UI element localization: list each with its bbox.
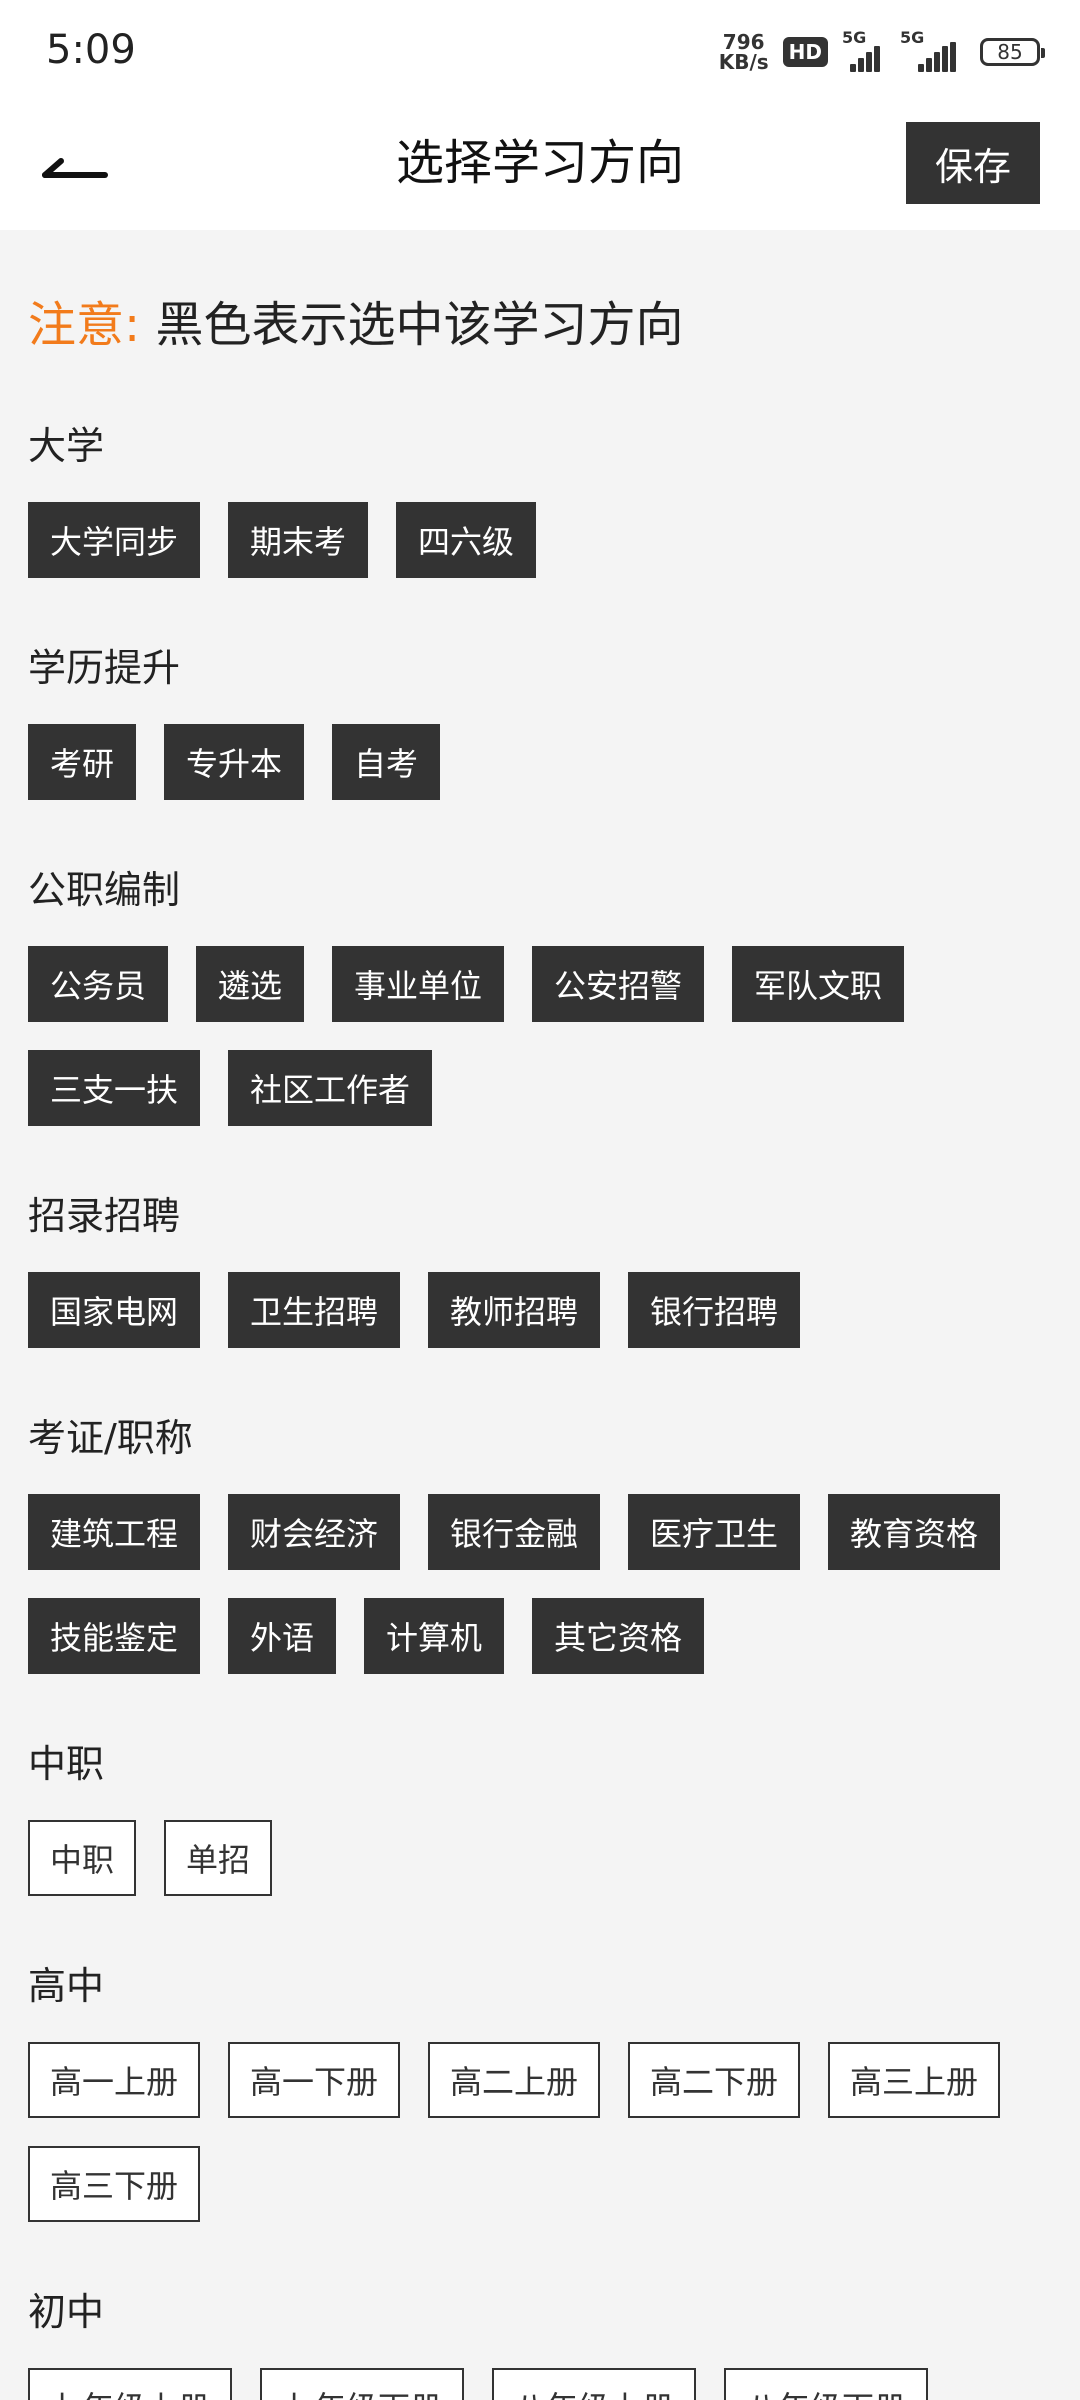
- direction-chip[interactable]: 教育资格: [828, 1494, 1000, 1570]
- direction-chip[interactable]: 高三上册: [828, 2042, 1000, 2118]
- battery-level: 85: [997, 40, 1023, 64]
- top-bar: 选择学习方向 保存: [0, 100, 1080, 230]
- direction-chip[interactable]: 事业单位: [332, 946, 504, 1022]
- battery-icon: 85: [980, 38, 1045, 66]
- status-time: 5:09: [46, 27, 136, 73]
- signal-icon-secondary: 5G: [900, 28, 966, 72]
- direction-chip[interactable]: 技能鉴定: [28, 1598, 200, 1674]
- section: 考证/职称建筑工程 财会经济 银行金融 医疗卫生 教育资格技能鉴定 外语 计算机 其它资格: [28, 1412, 1058, 1674]
- direction-chip[interactable]: 高一下册: [228, 2042, 400, 2118]
- section-title: 学历提升: [28, 646, 181, 690]
- notice: 注意: 黑色表示选中该学习方向: [28, 290, 683, 360]
- direction-chip[interactable]: 七年级下册: [260, 2368, 464, 2400]
- app-root: 5:09 796 KB/s HD 5G 5G 85 选择学习方向 保存 注意: …: [0, 0, 1080, 2400]
- section-title: 高中: [28, 1964, 105, 2008]
- section-title: 公职编制: [28, 868, 181, 912]
- status-bar: 5:09 796 KB/s HD 5G 5G 85: [0, 0, 1080, 100]
- direction-chip[interactable]: 公安招警: [532, 946, 704, 1022]
- direction-chip[interactable]: 军队文职: [732, 946, 904, 1022]
- direction-chip[interactable]: 教师招聘: [428, 1272, 600, 1348]
- section-title: 初中: [28, 2290, 105, 2334]
- direction-chip[interactable]: 银行金融: [428, 1494, 600, 1570]
- direction-chip[interactable]: 建筑工程: [28, 1494, 200, 1570]
- section: 初中七年级上册七年级下册八年级上册八年级下册: [28, 2286, 1058, 2400]
- chip-group: 公务员 遴选 事业单位 公安招警 军队文职三支一扶 社区工作者: [28, 946, 1058, 1126]
- direction-chip[interactable]: 三支一扶: [28, 1050, 200, 1126]
- direction-chip[interactable]: 中职: [28, 1820, 136, 1896]
- chip-group: 建筑工程 财会经济 银行金融 医疗卫生 教育资格技能鉴定 外语 计算机 其它资格: [28, 1494, 1058, 1674]
- section-title: 招录招聘: [28, 1194, 181, 1238]
- direction-chip[interactable]: 社区工作者: [228, 1050, 432, 1126]
- direction-chip[interactable]: 八年级下册: [724, 2368, 928, 2400]
- chip-group: 七年级上册七年级下册八年级上册八年级下册: [28, 2368, 1058, 2400]
- signal-label-secondary: 5G: [900, 28, 925, 47]
- signal-label: 5G: [842, 28, 867, 47]
- direction-chip[interactable]: 八年级上册: [492, 2368, 696, 2400]
- direction-chip[interactable]: 公务员: [28, 946, 168, 1022]
- direction-chip[interactable]: 高二上册: [428, 2042, 600, 2118]
- network-speed-value: 796: [722, 30, 765, 54]
- chip-group: 中职 单招: [28, 1820, 1058, 1896]
- direction-chip[interactable]: 自考: [332, 724, 440, 800]
- network-speed: 796 KB/s: [719, 32, 769, 72]
- direction-chip[interactable]: 高三下册: [28, 2146, 200, 2222]
- notice-text: 黑色表示选中该学习方向: [155, 297, 684, 353]
- section: 学历提升考研 专升本 自考: [28, 642, 1058, 800]
- direction-list: 注意: 黑色表示选中该学习方向 大学 大学同步 期末考 四六级 学历提升 考研 专升本 自考公…: [0, 230, 1080, 2400]
- direction-chip[interactable]: 期末考: [228, 502, 368, 578]
- direction-chip[interactable]: 七年级上册: [28, 2368, 232, 2400]
- network-speed-unit: KB/s: [718, 50, 769, 74]
- section: 中职 中职 单招: [28, 1738, 1058, 1896]
- direction-chip[interactable]: 专升本: [164, 724, 304, 800]
- direction-chip[interactable]: 银行招聘: [628, 1272, 800, 1348]
- section-title: 大学: [28, 424, 105, 468]
- direction-chip[interactable]: 医疗卫生: [628, 1494, 800, 1570]
- direction-chip[interactable]: 遴选: [196, 946, 304, 1022]
- direction-chip[interactable]: 计算机: [364, 1598, 504, 1674]
- section-title: 考证/职称: [28, 1416, 193, 1460]
- status-icons: 796 KB/s HD 5G 5G 85: [719, 28, 1045, 76]
- chip-group: 国家电网 卫生招聘 教师招聘 银行招聘: [28, 1272, 1058, 1348]
- section: 大学大学同步 期末考 四六级: [28, 420, 1058, 578]
- section: 高中高一上册 高一下册 高二上册 高二下册 高三上册高三下册: [28, 1960, 1058, 2222]
- direction-chip[interactable]: 卫生招聘: [228, 1272, 400, 1348]
- section-title: 中职: [28, 1742, 105, 1786]
- chip-group: 考研 专升本 自考: [28, 724, 1058, 800]
- direction-chip[interactable]: 大学同步: [28, 502, 200, 578]
- direction-chip[interactable]: 四六级: [396, 502, 536, 578]
- section: 公职编制公务员 遴选 事业单位 公安招警 军队文职三支一扶 社区工作者: [28, 864, 1058, 1126]
- direction-chip[interactable]: 国家电网: [28, 1272, 200, 1348]
- section: 招录招聘国家电网 卫生招聘 教师招聘 银行招聘: [28, 1190, 1058, 1348]
- direction-chip[interactable]: 单招: [164, 1820, 272, 1896]
- notice-label: 注意:: [28, 297, 141, 353]
- direction-chip[interactable]: 高一上册: [28, 2042, 200, 2118]
- save-button[interactable]: 保存: [906, 122, 1040, 204]
- direction-chip[interactable]: 外语: [228, 1598, 336, 1674]
- direction-chip[interactable]: 其它资格: [532, 1598, 704, 1674]
- chip-group: 大学同步 期末考 四六级: [28, 502, 1058, 578]
- hd-voice-icon: HD: [782, 37, 828, 67]
- signal-icon: 5G: [842, 28, 886, 72]
- direction-chip[interactable]: 高二下册: [628, 2042, 800, 2118]
- chip-group: 高一上册 高一下册 高二上册 高二下册 高三上册高三下册: [28, 2042, 1058, 2222]
- direction-chip[interactable]: 财会经济: [228, 1494, 400, 1570]
- direction-chip[interactable]: 考研: [28, 724, 136, 800]
